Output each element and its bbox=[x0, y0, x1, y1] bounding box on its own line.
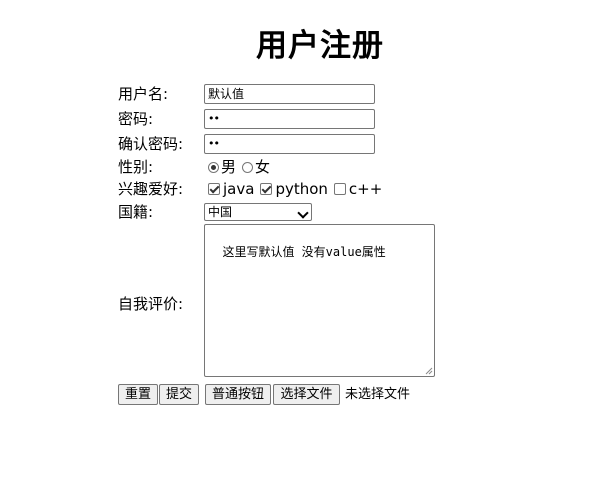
file-status-text: 未选择文件 bbox=[345, 387, 411, 402]
resize-handle-icon[interactable] bbox=[425, 367, 433, 375]
radio-male[interactable] bbox=[208, 161, 219, 173]
reset-button[interactable]: 重置 bbox=[118, 384, 158, 405]
hobby-option-java[interactable]: java bbox=[208, 179, 254, 199]
hobby-option-cpp[interactable]: c++ bbox=[333, 179, 383, 199]
chevron-down-icon bbox=[297, 207, 309, 219]
submit-button[interactable]: 提交 bbox=[159, 384, 199, 405]
username-input[interactable]: 默认值 bbox=[204, 84, 375, 104]
hobby-option-python[interactable]: python bbox=[260, 179, 328, 199]
hobby-java-label: java bbox=[223, 180, 255, 198]
username-label: 用户名: bbox=[118, 85, 169, 103]
gender-male-label: 男 bbox=[221, 158, 237, 176]
password-label: 密码: bbox=[118, 110, 154, 128]
normal-button[interactable]: 普通按钮 bbox=[205, 384, 271, 405]
checkbox-java[interactable] bbox=[208, 183, 220, 195]
hobbies-label: 兴趣爱好: bbox=[118, 180, 184, 198]
checkbox-cpp[interactable] bbox=[333, 183, 346, 195]
hobbies-group: java python c++ bbox=[208, 179, 388, 199]
password-input[interactable]: •• bbox=[204, 109, 375, 129]
confirm-password-label: 确认密码: bbox=[118, 135, 184, 153]
confirm-password-input[interactable]: •• bbox=[204, 134, 375, 154]
evaluation-label: 自我评价: bbox=[118, 295, 184, 313]
gender-female-label: 女 bbox=[255, 158, 271, 176]
nationality-label: 国籍: bbox=[118, 203, 154, 221]
choose-file-button[interactable]: 选择文件 bbox=[273, 384, 340, 405]
page-title: 用户注册 bbox=[256, 28, 384, 64]
evaluation-textarea[interactable]: 这里写默认值 没有value属性 bbox=[204, 224, 435, 377]
evaluation-text: 这里写默认值 没有value属性 bbox=[222, 245, 386, 259]
radio-female[interactable] bbox=[242, 161, 254, 173]
nationality-selected-value: 中国 bbox=[208, 205, 233, 219]
hobby-python-label: python bbox=[275, 180, 328, 198]
gender-label: 性别: bbox=[118, 158, 154, 176]
gender-group: 男 女 bbox=[208, 157, 276, 177]
gender-option-male[interactable]: 男 bbox=[208, 157, 236, 177]
gender-option-female[interactable]: 女 bbox=[242, 157, 270, 177]
hobby-cpp-label: c++ bbox=[348, 180, 383, 198]
nationality-select[interactable]: 中国 bbox=[204, 203, 312, 221]
checkbox-python[interactable] bbox=[260, 183, 273, 195]
